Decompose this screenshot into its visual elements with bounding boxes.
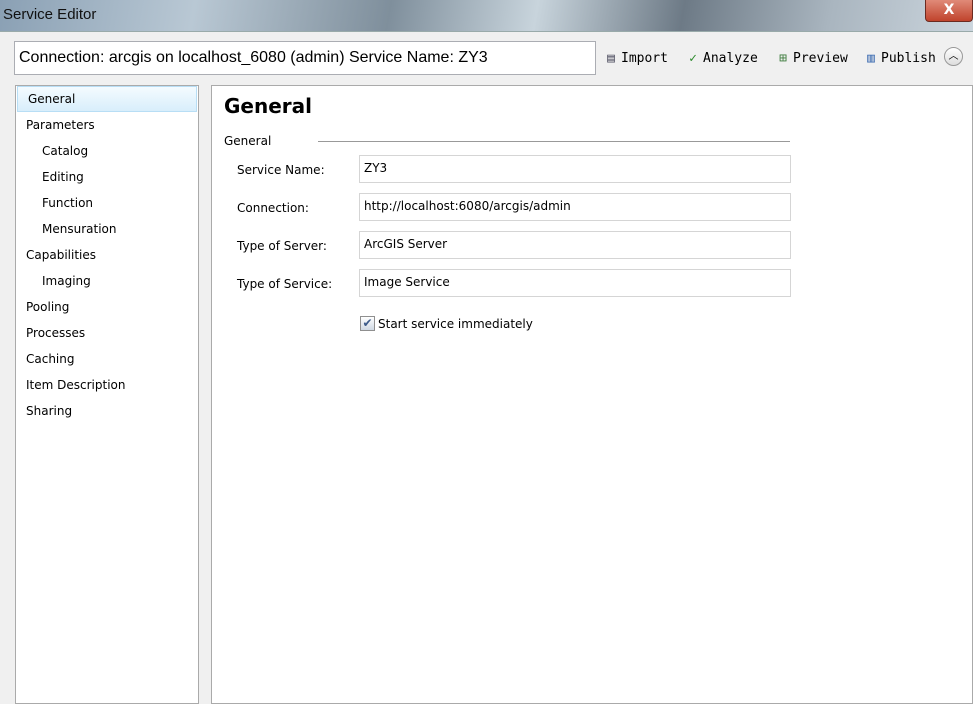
general-panel: General General Service Name: ZY3 Connec…: [211, 85, 973, 704]
sidebar-item-mensuration[interactable]: Mensuration: [16, 216, 198, 242]
sidebar-item-function[interactable]: Function: [16, 190, 198, 216]
connection-label: Connection:: [237, 201, 309, 215]
start-service-checkbox[interactable]: ✔: [360, 316, 375, 331]
import-icon: ▤: [607, 50, 615, 66]
sidebar-item-sharing[interactable]: Sharing: [16, 398, 198, 424]
preview-icon: ⊞: [779, 50, 787, 66]
sidebar-item-parameters[interactable]: Parameters: [16, 112, 198, 138]
page-title: General: [224, 94, 312, 118]
server-type-label: Type of Server:: [237, 239, 327, 253]
sidebar-item-general[interactable]: General: [17, 86, 197, 112]
sidebar-item-processes[interactable]: Processes: [16, 320, 198, 346]
analyze-button[interactable]: ✓ Analyze: [685, 48, 758, 68]
window-title: Service Editor: [3, 6, 97, 23]
collapse-chevron-up-icon[interactable]: ︿: [944, 47, 963, 66]
service-name-field[interactable]: ZY3: [359, 155, 791, 183]
publish-icon: ▥: [867, 50, 875, 66]
checkmark-icon: ✓: [689, 50, 697, 66]
group-label: General: [224, 134, 272, 148]
close-button[interactable]: X: [925, 0, 973, 22]
connection-field[interactable]: http://localhost:6080/arcgis/admin: [359, 193, 791, 221]
sidebar-item-item-description[interactable]: Item Description: [16, 372, 198, 398]
sidebar-item-catalog[interactable]: Catalog: [16, 138, 198, 164]
preview-button[interactable]: ⊞ Preview: [775, 48, 848, 68]
service-name-label: Service Name:: [237, 163, 325, 177]
start-service-label: Start service immediately: [378, 317, 533, 331]
group-divider: [318, 141, 790, 142]
service-type-label: Type of Service:: [237, 277, 333, 291]
sidebar-item-caching[interactable]: Caching: [16, 346, 198, 372]
publish-button[interactable]: ▥ Publish: [863, 48, 936, 68]
connection-info: Connection: arcgis on localhost_6080 (ad…: [14, 41, 596, 75]
sidebar-item-capabilities[interactable]: Capabilities: [16, 242, 198, 268]
service-type-field[interactable]: Image Service: [359, 269, 791, 297]
sidebar-item-imaging[interactable]: Imaging: [16, 268, 198, 294]
sidebar-item-pooling[interactable]: Pooling: [16, 294, 198, 320]
title-bar: Service Editor X: [0, 0, 973, 34]
server-type-field[interactable]: ArcGIS Server: [359, 231, 791, 259]
sidebar-nav: General Parameters Catalog Editing Function M…: [15, 85, 199, 704]
sidebar-item-editing[interactable]: Editing: [16, 164, 198, 190]
import-button[interactable]: ▤ Import: [603, 48, 668, 68]
